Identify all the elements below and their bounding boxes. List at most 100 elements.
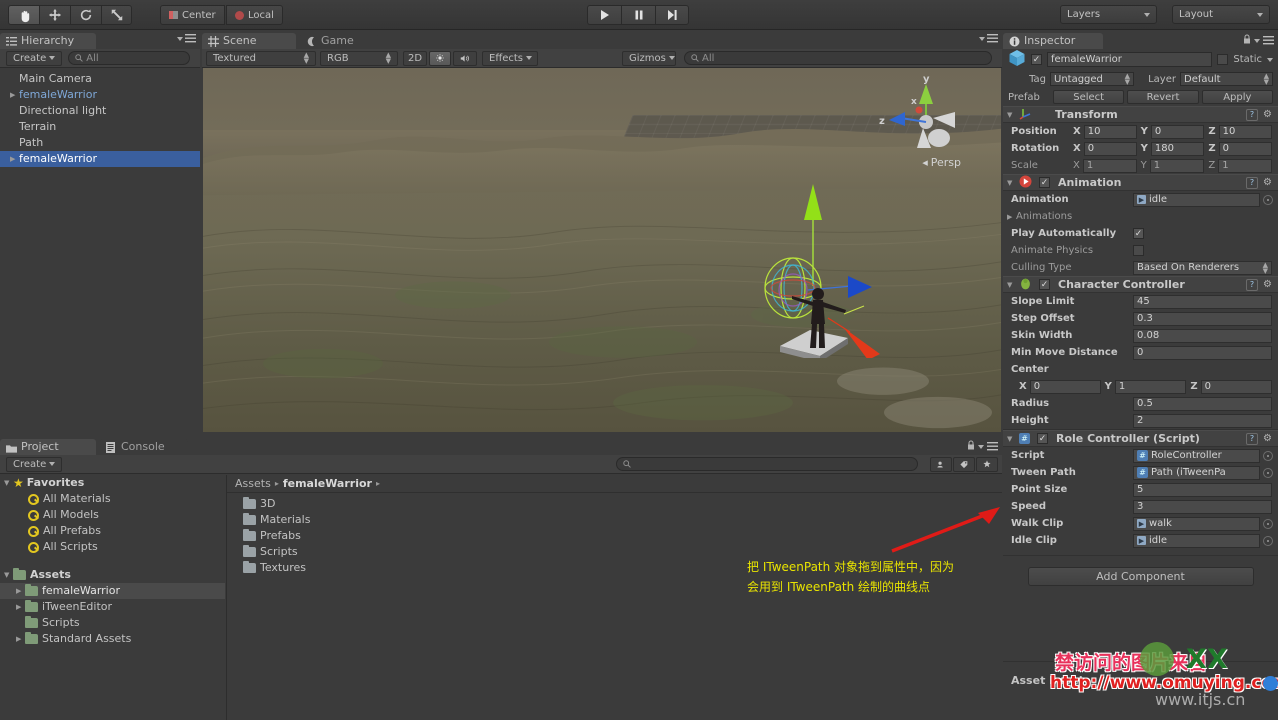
hierarchy-menu-button[interactable] xyxy=(177,34,196,43)
object-picker-icon[interactable] xyxy=(1263,450,1273,461)
transform-rotation-y-field[interactable]: Y 180 xyxy=(1141,141,1205,156)
scene-audio-toggle[interactable] xyxy=(453,50,477,66)
foldout-arrow-icon[interactable] xyxy=(1007,281,1016,289)
foldout-arrow-icon[interactable] xyxy=(16,583,25,599)
gear-icon[interactable]: ⚙ xyxy=(1263,109,1272,121)
transform-rotation-x-field[interactable]: X0 xyxy=(1073,141,1137,156)
space-mode-button[interactable]: Local xyxy=(226,5,283,25)
foldout-arrow-icon[interactable] xyxy=(1007,111,1016,119)
scene-lighting-toggle[interactable] xyxy=(429,50,451,66)
speed-input[interactable]: 3 xyxy=(1133,499,1272,514)
assets-tree-item[interactable]: Standard Assets xyxy=(0,631,225,647)
assets-group[interactable]: Assets xyxy=(0,567,225,583)
height-input[interactable]: 2 xyxy=(1133,413,1272,428)
tab-hierarchy[interactable]: Hierarchy xyxy=(0,33,96,49)
foldout-arrow-icon[interactable] xyxy=(1007,179,1016,187)
layer-dropdown[interactable]: Default ▲ ▼ xyxy=(1180,72,1273,86)
assets-tree-item[interactable]: Scripts xyxy=(0,615,225,631)
favorite-item[interactable]: All Models xyxy=(0,507,225,523)
scene-menu-button[interactable] xyxy=(979,34,998,43)
foldout-arrow-icon[interactable] xyxy=(1007,213,1016,221)
transform-position-x-field[interactable]: X 10 xyxy=(1073,124,1137,139)
step-button[interactable] xyxy=(655,5,689,25)
point-size-input[interactable]: 5 xyxy=(1133,482,1272,497)
prefab-apply-button[interactable]: Apply xyxy=(1201,90,1273,104)
foldout-arrow-icon[interactable] xyxy=(16,599,25,615)
scene-2d-toggle[interactable]: 2D xyxy=(403,50,427,66)
inspector-menu-button[interactable] xyxy=(1243,34,1274,47)
character-controller-enabled-checkbox[interactable]: ✓ xyxy=(1039,279,1050,290)
favorite-button[interactable] xyxy=(976,456,998,472)
layers-dropdown[interactable]: Layers xyxy=(1060,5,1157,24)
gear-icon[interactable]: ⚙ xyxy=(1263,279,1272,291)
scene-color-mode-dropdown[interactable]: RGB ▲ ▼ xyxy=(320,50,398,66)
tab-inspector[interactable]: Inspector xyxy=(1003,33,1103,49)
cc-row-input[interactable]: 0.08 xyxy=(1133,328,1272,343)
add-component-button[interactable]: Add Component xyxy=(1027,567,1254,586)
script-objectfield[interactable]: # RoleController xyxy=(1133,448,1260,463)
object-picker-icon[interactable] xyxy=(1263,467,1273,478)
breadcrumb-item[interactable]: Assets xyxy=(235,477,271,490)
scene-search-input[interactable]: All xyxy=(684,51,992,65)
walk-clip-objectfield[interactable]: ▶ walk xyxy=(1133,516,1260,531)
hand-tool-button[interactable] xyxy=(8,5,39,25)
lock-icon[interactable] xyxy=(967,440,975,453)
breadcrumb-item[interactable]: femaleWarrior xyxy=(283,477,372,490)
center-x-field[interactable]: X0 xyxy=(1019,379,1101,394)
foldout-arrow-icon[interactable] xyxy=(10,151,19,167)
project-create-button[interactable]: Create xyxy=(6,456,63,472)
project-folder-item[interactable]: Materials xyxy=(227,512,1002,528)
object-picker-icon[interactable] xyxy=(1263,194,1273,205)
hierarchy-item[interactable]: Path xyxy=(0,135,200,151)
hierarchy-item[interactable]: Main Camera xyxy=(0,71,200,87)
character-controller-header[interactable]: ✓ Character Controller ? ⚙ xyxy=(1003,276,1278,293)
foldout-arrow-icon[interactable] xyxy=(4,475,13,491)
cc-row-input[interactable]: 0.3 xyxy=(1133,311,1272,326)
gear-icon[interactable]: ⚙ xyxy=(1263,177,1272,189)
scene-axis-gizmo[interactable]: y z x xyxy=(875,70,967,166)
object-picker-icon[interactable] xyxy=(1263,518,1273,529)
project-menu-button[interactable] xyxy=(967,440,998,453)
hierarchy-search-input[interactable]: All xyxy=(68,51,191,65)
scale-tool-button[interactable] xyxy=(101,5,132,25)
filter-by-type-button[interactable] xyxy=(930,456,952,472)
foldout-arrow-icon[interactable] xyxy=(1007,435,1016,443)
foldout-arrow-icon[interactable] xyxy=(10,87,19,103)
hierarchy-item[interactable]: Terrain xyxy=(0,119,200,135)
cc-row-input[interactable]: 45 xyxy=(1133,294,1272,309)
help-icon[interactable]: ? xyxy=(1246,108,1259,121)
play-button[interactable] xyxy=(587,5,621,25)
animations-row[interactable]: Animations xyxy=(1003,208,1278,225)
scene-viewport[interactable]: y z x ◂ Persp xyxy=(203,68,1001,432)
gear-icon[interactable]: ⚙ xyxy=(1263,433,1272,445)
tween-path-objectfield[interactable]: # Path (iTweenPa xyxy=(1133,465,1260,480)
rotate-tool-button[interactable] xyxy=(70,5,101,25)
favorite-item[interactable]: All Scripts xyxy=(0,539,225,555)
gameobject-enabled-checkbox[interactable]: ✓ xyxy=(1031,54,1042,65)
hierarchy-item[interactable]: Directional light xyxy=(0,103,200,119)
hierarchy-item[interactable]: femaleWarrior xyxy=(0,151,200,167)
transform-position-y-field[interactable]: Y0 xyxy=(1141,124,1205,139)
help-icon[interactable]: ? xyxy=(1246,278,1259,291)
role-controller-header[interactable]: # ✓ Role Controller (Script) ? ⚙ xyxy=(1003,430,1278,447)
play-automatically-checkbox[interactable]: ✓ xyxy=(1133,228,1144,239)
foldout-arrow-icon[interactable] xyxy=(16,631,25,647)
assets-tree-item[interactable]: femaleWarrior xyxy=(0,583,225,599)
layout-dropdown[interactable]: Layout xyxy=(1172,5,1270,24)
static-checkbox[interactable] xyxy=(1217,54,1229,65)
pause-button[interactable] xyxy=(621,5,655,25)
transform-position-z-field[interactable]: Z 10 xyxy=(1208,124,1273,139)
tab-scene[interactable]: Scene xyxy=(202,33,296,49)
tag-dropdown[interactable]: Untagged ▲ ▼ xyxy=(1050,72,1134,86)
help-icon[interactable]: ? xyxy=(1246,432,1259,445)
cc-row-input[interactable]: 0 xyxy=(1133,345,1272,360)
help-icon[interactable]: ? xyxy=(1246,176,1259,189)
project-search-input[interactable] xyxy=(616,457,918,471)
pivot-mode-button[interactable]: Center xyxy=(160,5,225,25)
project-folder-item[interactable]: Prefabs xyxy=(227,528,1002,544)
idle-clip-objectfield[interactable]: ▶ idle xyxy=(1133,533,1260,548)
animate-physics-checkbox[interactable] xyxy=(1133,245,1144,256)
hierarchy-create-button[interactable]: Create xyxy=(6,50,63,66)
tab-console[interactable]: Console xyxy=(100,439,188,455)
favorite-item[interactable]: All Materials xyxy=(0,491,225,507)
